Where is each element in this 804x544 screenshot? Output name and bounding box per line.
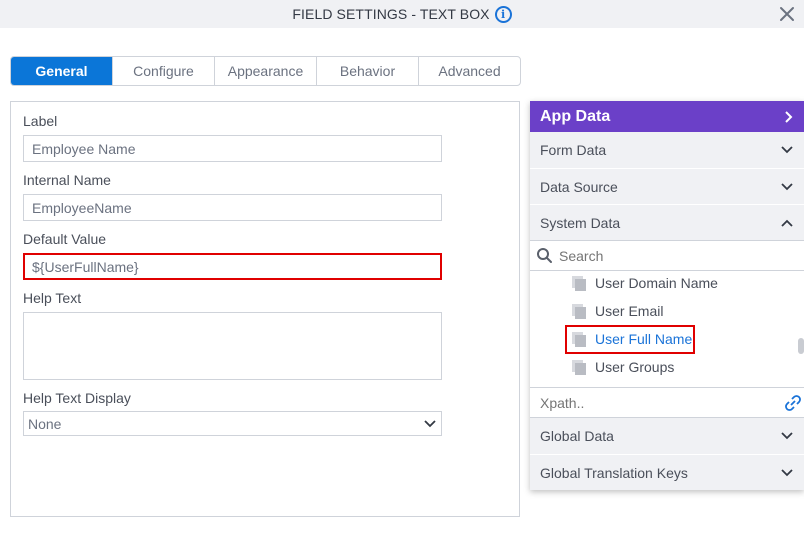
tree-item-label: User Groups bbox=[595, 359, 675, 375]
tree-item-label: User Email bbox=[595, 303, 664, 319]
search-icon bbox=[537, 248, 552, 263]
default-value-input[interactable]: ${UserFullName} bbox=[23, 253, 442, 280]
chevron-down-icon bbox=[424, 419, 436, 427]
system-data-tree: User Domain Name User Email User Full Na… bbox=[530, 271, 804, 387]
section-data-source[interactable]: Data Source bbox=[530, 168, 804, 204]
dialog-title: FIELD SETTINGS - TEXT BOX bbox=[292, 6, 490, 22]
selection-highlight-box bbox=[565, 325, 695, 354]
section-system-data[interactable]: System Data bbox=[530, 204, 804, 240]
help-text-textarea[interactable] bbox=[23, 312, 442, 380]
chevron-up-icon bbox=[781, 219, 793, 227]
tab-advanced[interactable]: Advanced bbox=[418, 57, 520, 85]
app-data-panel: App Data Form Data Data Source System Da… bbox=[530, 101, 804, 490]
tab-appearance[interactable]: Appearance bbox=[214, 57, 316, 85]
tree-item-user-email[interactable]: User Email bbox=[572, 299, 663, 323]
chevron-down-icon bbox=[781, 432, 793, 440]
default-value-label: Default Value bbox=[23, 231, 107, 247]
chevron-down-icon bbox=[781, 182, 793, 190]
help-text-display-select[interactable]: None bbox=[23, 411, 442, 436]
info-icon[interactable]: i bbox=[494, 5, 512, 23]
help-text-display-value: None bbox=[28, 415, 62, 432]
section-form-data[interactable]: Form Data bbox=[530, 132, 804, 168]
dialog-titlebar: FIELD SETTINGS - TEXT BOX i bbox=[0, 0, 804, 28]
tab-behavior[interactable]: Behavior bbox=[316, 57, 418, 85]
tree-item-user-domain-name[interactable]: User Domain Name bbox=[572, 271, 718, 295]
xpath-input[interactable] bbox=[540, 394, 740, 411]
search-row bbox=[530, 241, 804, 271]
help-text-label: Help Text bbox=[23, 290, 82, 306]
tab-configure[interactable]: Configure bbox=[112, 57, 214, 85]
label-field-label: Label bbox=[23, 113, 58, 129]
search-input[interactable] bbox=[559, 247, 759, 264]
internal-name-label: Internal Name bbox=[23, 172, 111, 188]
document-icon bbox=[572, 359, 586, 375]
close-icon[interactable] bbox=[776, 3, 798, 25]
tree-item-label: User Domain Name bbox=[595, 275, 718, 291]
chevron-right-icon[interactable] bbox=[784, 110, 794, 124]
document-icon bbox=[572, 275, 586, 291]
chevron-down-icon bbox=[781, 468, 793, 476]
tab-general[interactable]: General bbox=[11, 57, 112, 85]
internal-name-input[interactable]: EmployeeName bbox=[23, 194, 442, 221]
help-text-display-label: Help Text Display bbox=[23, 390, 131, 406]
section-global-data[interactable]: Global Data bbox=[530, 418, 804, 454]
section-label: Data Source bbox=[540, 178, 618, 195]
tree-item-user-groups[interactable]: User Groups bbox=[572, 355, 674, 379]
label-input[interactable]: Employee Name bbox=[23, 135, 442, 162]
section-label: Global Data bbox=[540, 428, 614, 444]
settings-tabs: General Configure Appearance Behavior Ad… bbox=[10, 56, 521, 86]
system-data-body: User Domain Name User Email User Full Na… bbox=[530, 240, 804, 418]
general-panel: Label Employee Name Internal Name Employ… bbox=[10, 101, 520, 517]
section-label: Global Translation Keys bbox=[540, 464, 688, 481]
section-label: System Data bbox=[540, 214, 621, 231]
xpath-row bbox=[530, 387, 804, 418]
section-label: Form Data bbox=[540, 142, 607, 158]
document-icon bbox=[572, 303, 586, 319]
link-icon[interactable] bbox=[784, 394, 802, 412]
scrollbar-thumb[interactable] bbox=[798, 338, 804, 354]
app-data-header[interactable]: App Data bbox=[530, 101, 804, 132]
chevron-down-icon bbox=[781, 146, 793, 154]
section-global-translation-keys[interactable]: Global Translation Keys bbox=[530, 454, 804, 490]
app-data-title: App Data bbox=[540, 107, 611, 125]
